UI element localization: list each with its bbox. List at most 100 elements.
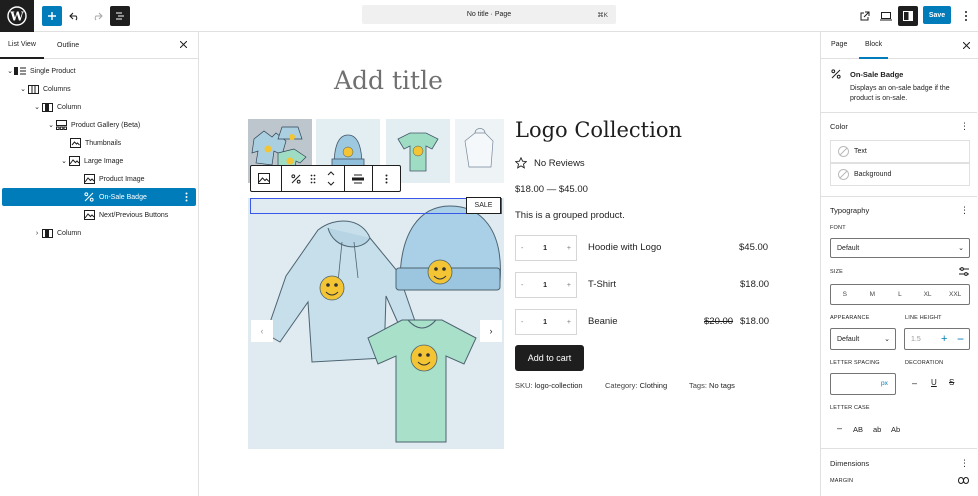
custom-size-settings-icon[interactable] xyxy=(959,267,969,276)
dimensions-panel-heading[interactable]: Dimensions xyxy=(830,459,869,468)
move-up-down-icon[interactable] xyxy=(326,169,336,188)
wordpress-logo-icon[interactable]: W xyxy=(0,0,34,32)
divider xyxy=(820,196,977,197)
previous-image-button[interactable]: ‹ xyxy=(251,320,273,342)
reviews-text[interactable]: No Reviews xyxy=(534,158,585,169)
list-item-next-previous-buttons[interactable]: Next/Previous Buttons xyxy=(2,206,196,224)
list-item-product-image[interactable]: Product Image xyxy=(2,170,196,188)
chevron-down-icon[interactable]: ⌄ xyxy=(6,67,14,75)
underline-icon[interactable]: U xyxy=(931,378,937,387)
close-icon[interactable] xyxy=(963,42,970,49)
size-option-m[interactable]: M xyxy=(859,285,887,304)
chevron-down-icon[interactable]: ⌄ xyxy=(33,103,41,111)
tab-page[interactable]: Page xyxy=(831,41,847,48)
appearance-select[interactable]: Default ⌄ xyxy=(830,328,896,350)
plus-icon[interactable]: + xyxy=(567,282,571,289)
settings-sidebar-icon[interactable] xyxy=(898,6,918,26)
letter-case-none-icon[interactable]: – xyxy=(837,423,842,433)
align-icon[interactable] xyxy=(352,173,364,185)
command-palette-bar[interactable]: No title · Page ⌘K xyxy=(362,5,616,24)
redo-icon[interactable] xyxy=(87,6,107,26)
on-sale-badge-block-outline[interactable] xyxy=(250,198,502,214)
chevron-down-icon[interactable]: ⌄ xyxy=(19,85,27,93)
letter-case-capitalize[interactable]: Ab xyxy=(891,425,900,434)
decoration-none-icon[interactable]: – xyxy=(912,378,917,388)
chevron-down-icon[interactable]: ⌄ xyxy=(60,157,68,165)
options-kebab-icon[interactable] xyxy=(385,174,388,184)
quantity-stepper[interactable]: - 1 + xyxy=(515,272,577,298)
page-title-placeholder[interactable]: Add title xyxy=(334,66,443,95)
grouped-item-name[interactable]: Beanie xyxy=(588,316,618,327)
percent-icon[interactable] xyxy=(291,174,301,184)
link-sides-icon[interactable] xyxy=(958,477,969,484)
device-preview-icon[interactable] xyxy=(876,6,896,26)
font-label: FONT xyxy=(830,225,846,231)
close-icon[interactable] xyxy=(180,41,187,48)
grouped-item-name[interactable]: T-Shirt xyxy=(588,279,616,290)
size-option-s[interactable]: S xyxy=(831,285,859,304)
quantity-value[interactable]: 1 xyxy=(543,282,547,289)
plus-icon[interactable]: + xyxy=(567,319,571,326)
quantity-value[interactable]: 1 xyxy=(543,319,547,326)
chevron-right-icon[interactable]: › xyxy=(33,230,41,237)
view-external-icon[interactable] xyxy=(854,6,874,26)
minus-icon[interactable]: - xyxy=(521,282,523,289)
minus-icon[interactable]: − xyxy=(957,332,964,346)
drag-handle-icon[interactable] xyxy=(310,174,316,184)
line-height-input[interactable]: 1.5 + − xyxy=(904,328,970,350)
color-panel-heading[interactable]: Color xyxy=(830,122,848,131)
size-option-xxl[interactable]: XXL xyxy=(941,285,969,304)
list-item-product-gallery[interactable]: ⌄ Product Gallery (Beta) xyxy=(2,116,196,134)
list-item-large-image[interactable]: ⌄ Large Image xyxy=(2,152,196,170)
list-item-columns[interactable]: ⌄ Columns xyxy=(2,80,196,98)
options-kebab-icon[interactable]: ⋮ xyxy=(960,122,969,132)
svg-text:W: W xyxy=(9,10,24,24)
add-to-cart-button[interactable]: Add to cart xyxy=(515,345,584,371)
next-image-button[interactable]: › xyxy=(480,320,502,342)
select-parent-image-icon[interactable] xyxy=(258,173,270,184)
list-item-column[interactable]: ⌄ Column xyxy=(2,98,196,116)
quantity-stepper[interactable]: - 1 + xyxy=(515,235,577,261)
gallery-thumbnail-4[interactable] xyxy=(455,119,504,183)
document-overview-icon[interactable] xyxy=(110,6,130,26)
save-button[interactable]: Save xyxy=(923,6,951,24)
list-item-column-2[interactable]: › Column xyxy=(2,224,196,242)
letter-spacing-unit[interactable]: px xyxy=(881,380,888,387)
plus-icon[interactable]: + xyxy=(567,245,571,252)
plus-icon[interactable]: + xyxy=(941,333,947,345)
size-option-l[interactable]: L xyxy=(886,285,914,304)
options-kebab-icon[interactable]: ⋮ xyxy=(960,206,969,216)
letter-case-uppercase[interactable]: AB xyxy=(853,425,863,434)
image-icon xyxy=(83,210,95,220)
grouped-item-name[interactable]: Hoodie with Logo xyxy=(588,242,661,253)
size-option-xl[interactable]: XL xyxy=(914,285,942,304)
font-size-picker: S M L XL XXL xyxy=(830,284,970,305)
tab-outline[interactable]: Outline xyxy=(57,32,79,59)
category-link[interactable]: Clothing xyxy=(640,381,668,390)
options-kebab-icon[interactable] xyxy=(185,192,188,202)
quantity-stepper[interactable]: - 1 + xyxy=(515,309,577,335)
tab-block[interactable]: Block xyxy=(859,32,889,59)
tab-list-view[interactable]: List View xyxy=(0,32,44,59)
typography-panel-heading[interactable]: Typography xyxy=(830,206,869,215)
color-text-item[interactable]: Text xyxy=(830,140,970,163)
options-kebab-icon[interactable] xyxy=(956,6,976,26)
letter-case-lowercase[interactable]: ab xyxy=(873,425,881,434)
undo-icon[interactable] xyxy=(65,6,85,26)
chevron-down-icon[interactable]: ⌄ xyxy=(47,121,55,129)
quantity-value[interactable]: 1 xyxy=(543,245,547,252)
font-select-value: Default xyxy=(837,244,860,252)
letter-spacing-input[interactable]: px xyxy=(830,373,896,395)
strikethrough-icon[interactable]: S xyxy=(949,378,954,387)
grouped-item-price: $18.00 xyxy=(740,279,770,290)
list-item-thumbnails[interactable]: Thumbnails xyxy=(2,134,196,152)
list-item-on-sale-badge[interactable]: On-Sale Badge xyxy=(2,188,196,206)
color-background-item[interactable]: Background xyxy=(830,163,970,186)
list-item-single-product[interactable]: ⌄ Single Product xyxy=(2,62,196,80)
block-inserter-plus-icon[interactable] xyxy=(42,6,62,26)
product-large-image[interactable] xyxy=(248,198,504,449)
minus-icon[interactable]: - xyxy=(521,245,523,252)
font-select[interactable]: Default ⌄ xyxy=(830,238,970,258)
options-kebab-icon[interactable]: ⋮ xyxy=(960,459,969,469)
minus-icon[interactable]: - xyxy=(521,319,523,326)
